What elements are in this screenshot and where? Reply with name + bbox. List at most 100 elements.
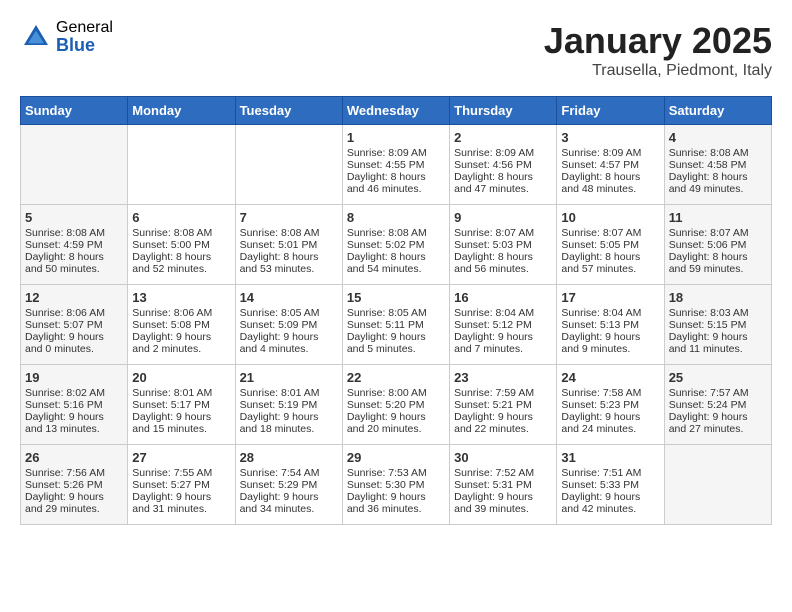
day-number: 10 xyxy=(561,210,659,225)
day-number: 3 xyxy=(561,130,659,145)
day-number: 24 xyxy=(561,370,659,385)
day-number: 15 xyxy=(347,290,445,305)
cell-content: Sunrise: 8:02 AM xyxy=(25,387,123,399)
cell-content: Daylight: 8 hours xyxy=(669,171,767,183)
cell-content: Sunrise: 8:03 AM xyxy=(669,307,767,319)
logo-general: General xyxy=(56,20,113,36)
day-number: 28 xyxy=(240,450,338,465)
cell-content: Daylight: 9 hours xyxy=(132,411,230,423)
calendar-cell: 24Sunrise: 7:58 AMSunset: 5:23 PMDayligh… xyxy=(557,365,664,445)
cell-content: and 59 minutes. xyxy=(669,263,767,275)
cell-content: Sunset: 5:33 PM xyxy=(561,479,659,491)
day-number: 4 xyxy=(669,130,767,145)
cell-content: and 57 minutes. xyxy=(561,263,659,275)
cell-content: and 24 minutes. xyxy=(561,423,659,435)
cell-content: Sunset: 5:29 PM xyxy=(240,479,338,491)
calendar-cell: 7Sunrise: 8:08 AMSunset: 5:01 PMDaylight… xyxy=(235,205,342,285)
calendar-cell: 20Sunrise: 8:01 AMSunset: 5:17 PMDayligh… xyxy=(128,365,235,445)
cell-content: Daylight: 8 hours xyxy=(561,171,659,183)
col-friday: Friday xyxy=(557,97,664,125)
cell-content: Sunset: 5:23 PM xyxy=(561,399,659,411)
cell-content: and 2 minutes. xyxy=(132,343,230,355)
day-number: 25 xyxy=(669,370,767,385)
cell-content: Daylight: 8 hours xyxy=(669,251,767,263)
cell-content: and 36 minutes. xyxy=(347,503,445,515)
col-sunday: Sunday xyxy=(21,97,128,125)
day-number: 30 xyxy=(454,450,552,465)
cell-content: Daylight: 9 hours xyxy=(132,331,230,343)
calendar-cell: 22Sunrise: 8:00 AMSunset: 5:20 PMDayligh… xyxy=(342,365,449,445)
cell-content: Sunset: 5:13 PM xyxy=(561,319,659,331)
day-number: 11 xyxy=(669,210,767,225)
cell-content: Daylight: 9 hours xyxy=(454,331,552,343)
cell-content: Sunset: 5:09 PM xyxy=(240,319,338,331)
calendar-cell: 2Sunrise: 8:09 AMSunset: 4:56 PMDaylight… xyxy=(450,125,557,205)
calendar-cell: 31Sunrise: 7:51 AMSunset: 5:33 PMDayligh… xyxy=(557,445,664,525)
cell-content: Sunrise: 7:59 AM xyxy=(454,387,552,399)
cell-content: Sunset: 5:11 PM xyxy=(347,319,445,331)
calendar-header-row: SundayMondayTuesdayWednesdayThursdayFrid… xyxy=(21,97,772,125)
cell-content: Sunset: 4:58 PM xyxy=(669,159,767,171)
cell-content: Daylight: 8 hours xyxy=(347,251,445,263)
calendar-cell: 14Sunrise: 8:05 AMSunset: 5:09 PMDayligh… xyxy=(235,285,342,365)
col-saturday: Saturday xyxy=(664,97,771,125)
title-block: January 2025 Trausella, Piedmont, Italy xyxy=(544,20,772,80)
cell-content: Sunset: 5:07 PM xyxy=(25,319,123,331)
day-number: 13 xyxy=(132,290,230,305)
cell-content: Sunrise: 8:06 AM xyxy=(132,307,230,319)
cell-content: Sunrise: 8:01 AM xyxy=(132,387,230,399)
cell-content: Sunrise: 8:05 AM xyxy=(347,307,445,319)
cell-content: Sunset: 5:05 PM xyxy=(561,239,659,251)
location: Trausella, Piedmont, Italy xyxy=(544,62,772,80)
cell-content: Daylight: 9 hours xyxy=(347,331,445,343)
cell-content: Sunrise: 8:00 AM xyxy=(347,387,445,399)
day-number: 20 xyxy=(132,370,230,385)
day-number: 1 xyxy=(347,130,445,145)
day-number: 23 xyxy=(454,370,552,385)
cell-content: and 50 minutes. xyxy=(25,263,123,275)
cell-content: Daylight: 9 hours xyxy=(454,491,552,503)
cell-content: Sunrise: 8:09 AM xyxy=(561,147,659,159)
cell-content: and 42 minutes. xyxy=(561,503,659,515)
cell-content: Sunrise: 7:55 AM xyxy=(132,467,230,479)
logo-text: General Blue xyxy=(56,20,113,54)
cell-content: Sunset: 5:12 PM xyxy=(454,319,552,331)
cell-content: Sunrise: 8:07 AM xyxy=(454,227,552,239)
cell-content: Sunset: 5:20 PM xyxy=(347,399,445,411)
week-row-1: 1Sunrise: 8:09 AMSunset: 4:55 PMDaylight… xyxy=(21,125,772,205)
week-row-4: 19 Sunrise: 8:02 AMSunset: 5:16 PM Dayligh… xyxy=(21,365,772,445)
cell-content: Sunset: 5:27 PM xyxy=(132,479,230,491)
calendar-cell: 6Sunrise: 8:08 AMSunset: 5:00 PMDaylight… xyxy=(128,205,235,285)
cell-content: Sunrise: 8:09 AM xyxy=(347,147,445,159)
cell-content: and 34 minutes. xyxy=(240,503,338,515)
cell-content: Sunrise: 8:08 AM xyxy=(347,227,445,239)
cell-content: Daylight: 8 hours xyxy=(454,171,552,183)
cell-content: Sunrise: 7:52 AM xyxy=(454,467,552,479)
cell-content: Daylight: 9 hours xyxy=(669,331,767,343)
cell-content: Sunrise: 8:07 AM xyxy=(561,227,659,239)
day-number: 26 xyxy=(25,450,123,465)
cell-content: and 11 minutes. xyxy=(669,343,767,355)
cell-content: Daylight: 9 hours xyxy=(25,491,123,503)
day-number: 22 xyxy=(347,370,445,385)
cell-content: and 48 minutes. xyxy=(561,183,659,195)
cell-content: and 13 minutes. xyxy=(25,423,123,435)
cell-content: Sunset: 5:16 PM xyxy=(25,399,123,411)
cell-content: Daylight: 9 hours xyxy=(669,411,767,423)
cell-content: Sunrise: 7:56 AM xyxy=(25,467,123,479)
calendar: SundayMondayTuesdayWednesdayThursdayFrid… xyxy=(20,96,772,525)
day-number: 8 xyxy=(347,210,445,225)
cell-content: Sunrise: 8:06 AM xyxy=(25,307,123,319)
day-number: 19 xyxy=(25,370,123,385)
calendar-cell: 29Sunrise: 7:53 AMSunset: 5:30 PMDayligh… xyxy=(342,445,449,525)
cell-content: Sunrise: 8:04 AM xyxy=(561,307,659,319)
cell-content: Sunset: 4:57 PM xyxy=(561,159,659,171)
calendar-cell: 8Sunrise: 8:08 AMSunset: 5:02 PMDaylight… xyxy=(342,205,449,285)
cell-content: Sunrise: 8:07 AM xyxy=(669,227,767,239)
calendar-cell: 30Sunrise: 7:52 AMSunset: 5:31 PMDayligh… xyxy=(450,445,557,525)
cell-content: Sunset: 5:00 PM xyxy=(132,239,230,251)
logo-blue: Blue xyxy=(56,36,113,54)
cell-content: Daylight: 9 hours xyxy=(454,411,552,423)
cell-content: Sunset: 5:08 PM xyxy=(132,319,230,331)
cell-content: and 31 minutes. xyxy=(132,503,230,515)
